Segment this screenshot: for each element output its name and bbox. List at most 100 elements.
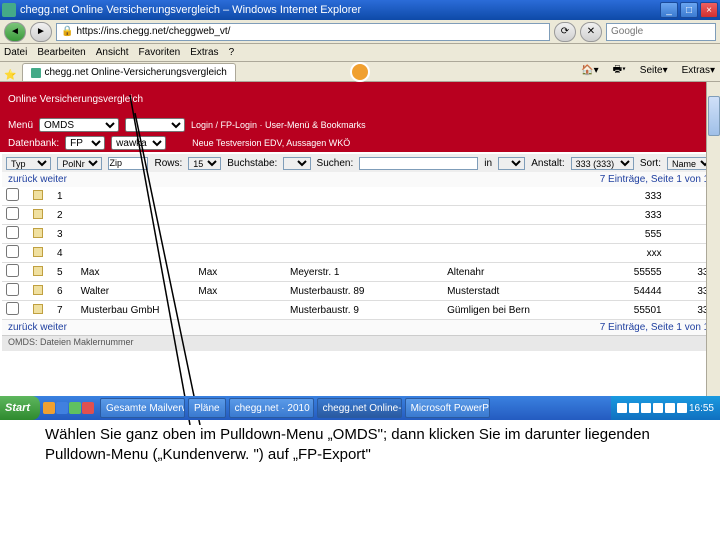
letter-select[interactable] bbox=[283, 157, 310, 170]
table-row[interactable]: 7Musterbau GmbHMusterbaustr. 9Gümligen b… bbox=[2, 301, 718, 320]
nav-toolbar: ◄ ► 🔒 https://ins.chegg.net/cheggweb_vt/… bbox=[0, 20, 720, 44]
data-table: 1333233335554xxx5MaxMaxMeyerstr. 1Altena… bbox=[2, 187, 718, 320]
row-icon[interactable] bbox=[29, 244, 53, 263]
cell bbox=[286, 225, 443, 244]
close-button[interactable]: × bbox=[700, 2, 718, 18]
app-logo bbox=[350, 62, 370, 82]
tray-icon[interactable] bbox=[653, 403, 663, 413]
home-button[interactable]: 🏠▾ bbox=[576, 63, 603, 78]
tray-icon[interactable] bbox=[629, 403, 639, 413]
cell bbox=[443, 244, 587, 263]
anstalt-select[interactable]: 333 (333) bbox=[571, 157, 634, 170]
cell bbox=[194, 187, 286, 206]
menu-ansicht[interactable]: Ansicht bbox=[96, 47, 129, 58]
lock-icon: 🔒 bbox=[61, 26, 73, 37]
quicklaunch-icon[interactable] bbox=[82, 402, 94, 414]
clock[interactable]: 16:55 bbox=[689, 403, 714, 414]
print-button[interactable]: 🖶▾ bbox=[608, 60, 631, 81]
vertical-scrollbar[interactable] bbox=[706, 82, 720, 396]
maximize-button[interactable]: □ bbox=[680, 2, 698, 18]
row-icon[interactable] bbox=[29, 187, 53, 206]
address-bar[interactable]: 🔒 https://ins.chegg.net/cheggweb_vt/ bbox=[56, 23, 550, 41]
row-checkbox[interactable] bbox=[2, 301, 29, 320]
forward-button[interactable]: ► bbox=[30, 22, 52, 42]
rows-select[interactable]: 15 bbox=[188, 157, 221, 170]
zip-input[interactable] bbox=[108, 157, 148, 170]
stop-button[interactable]: ✕ bbox=[580, 22, 602, 42]
row-icon[interactable] bbox=[29, 263, 53, 282]
tab-favicon bbox=[31, 68, 41, 78]
cell bbox=[194, 244, 286, 263]
letter-label: Buchstabe: bbox=[227, 158, 277, 169]
page-button[interactable]: Seite▾ bbox=[635, 63, 673, 78]
app-menubar-1: Menü OMDS Login / FP-Login · User-Menü &… bbox=[0, 116, 720, 134]
taskbar-button[interactable]: chegg.net · 2010 … bbox=[229, 398, 314, 418]
row-checkbox[interactable] bbox=[2, 206, 29, 225]
polnr-select[interactable]: PolNr bbox=[57, 157, 102, 170]
cell bbox=[194, 206, 286, 225]
menu-datei[interactable]: Datei bbox=[4, 47, 27, 58]
taskbar-button[interactable]: Gesamte Mailverwalt… bbox=[100, 398, 185, 418]
cell bbox=[77, 225, 195, 244]
in-select[interactable] bbox=[498, 157, 525, 170]
start-button[interactable]: Start bbox=[0, 396, 40, 420]
favorites-icon[interactable]: ⭐ bbox=[0, 70, 20, 81]
cell bbox=[286, 244, 443, 263]
search-field[interactable] bbox=[359, 157, 478, 170]
tools-button[interactable]: Extras▾ bbox=[677, 63, 720, 78]
pager-nav-bottom[interactable]: zurück weiter bbox=[8, 322, 67, 333]
row-num: 5 bbox=[53, 263, 77, 282]
tray-icon[interactable] bbox=[617, 403, 627, 413]
db-select-1[interactable]: FP bbox=[65, 136, 105, 150]
type-select[interactable]: Typ bbox=[6, 157, 51, 170]
scrollbar-thumb[interactable] bbox=[708, 96, 720, 136]
row-checkbox[interactable] bbox=[2, 187, 29, 206]
back-button[interactable]: ◄ bbox=[4, 22, 26, 42]
cell: 55555 bbox=[587, 263, 666, 282]
search-input[interactable] bbox=[606, 23, 716, 41]
login-links[interactable]: Login / FP-Login · User-Menü & Bookmarks bbox=[191, 120, 366, 130]
cell bbox=[443, 187, 587, 206]
row-checkbox[interactable] bbox=[2, 225, 29, 244]
taskbar-button[interactable]: Pläne bbox=[188, 398, 226, 418]
menu-bearbeiten[interactable]: Bearbeiten bbox=[37, 47, 85, 58]
row-checkbox[interactable] bbox=[2, 282, 29, 301]
taskbar-button[interactable]: chegg.net Online-Ve… bbox=[317, 398, 402, 418]
table-row[interactable]: 2333 bbox=[2, 206, 718, 225]
main-menu-select[interactable]: OMDS bbox=[39, 118, 119, 132]
quicklaunch-icon[interactable] bbox=[43, 402, 55, 414]
content-area: Typ PolNr Rows: 15 Buchstabe: Suchen: in… bbox=[0, 152, 720, 353]
main-menu-select-2[interactable] bbox=[125, 118, 185, 132]
quicklaunch-icon[interactable] bbox=[69, 402, 81, 414]
taskbar-button[interactable]: Microsoft PowerPoint … bbox=[405, 398, 490, 418]
url-text: https://ins.chegg.net/cheggweb_vt/ bbox=[76, 26, 230, 37]
browser-tab[interactable]: chegg.net Online-Versicherungsvergleich bbox=[22, 63, 235, 81]
tray-icon[interactable] bbox=[641, 403, 651, 413]
system-tray: 16:55 bbox=[611, 396, 720, 420]
row-checkbox[interactable] bbox=[2, 263, 29, 282]
table-row[interactable]: 5MaxMaxMeyerstr. 1Altenahr55555333 bbox=[2, 263, 718, 282]
row-icon[interactable] bbox=[29, 206, 53, 225]
db-select-2[interactable]: wawka bbox=[111, 136, 166, 150]
cell: xxx bbox=[587, 244, 666, 263]
row-icon[interactable] bbox=[29, 301, 53, 320]
pager-top: zurück weiter 7 Einträge, Seite 1 von 1. bbox=[2, 172, 718, 187]
tray-icon[interactable] bbox=[677, 403, 687, 413]
menu-favoriten[interactable]: Favoriten bbox=[139, 47, 181, 58]
rows-label: Rows: bbox=[154, 158, 182, 169]
table-row[interactable]: 3555 bbox=[2, 225, 718, 244]
row-checkbox[interactable] bbox=[2, 244, 29, 263]
tray-icon[interactable] bbox=[665, 403, 675, 413]
refresh-button[interactable]: ⟳ bbox=[554, 22, 576, 42]
quicklaunch-icon[interactable] bbox=[56, 402, 68, 414]
row-icon[interactable] bbox=[29, 225, 53, 244]
minimize-button[interactable]: _ bbox=[660, 2, 678, 18]
app-favicon bbox=[2, 3, 16, 17]
row-icon[interactable] bbox=[29, 282, 53, 301]
table-row[interactable]: 1333 bbox=[2, 187, 718, 206]
table-row[interactable]: 4xxx bbox=[2, 244, 718, 263]
table-row[interactable]: 6WalterMaxMusterbaustr. 89Musterstadt544… bbox=[2, 282, 718, 301]
menu-extras[interactable]: Extras bbox=[190, 47, 218, 58]
menu-help[interactable]: ? bbox=[229, 47, 235, 58]
pager-nav[interactable]: zurück weiter bbox=[8, 174, 67, 185]
